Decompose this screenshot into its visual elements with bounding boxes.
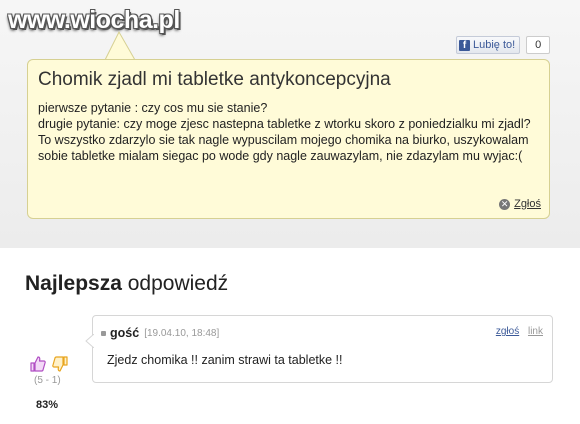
speech-bubble-tail	[103, 30, 137, 62]
answer-actions: zgłoś link	[496, 326, 543, 337]
question-line: pierwsze pytanie : czy cos mu sie stanie…	[38, 101, 268, 115]
report-answer-link[interactable]: zgłoś	[496, 326, 519, 337]
bullet-icon	[101, 330, 106, 336]
facebook-icon: f	[459, 39, 470, 51]
thumbs-up-icon[interactable]	[29, 355, 47, 373]
like-button[interactable]: f Lubię to!	[456, 36, 521, 54]
report-question-link[interactable]: ✕ Zgłoś	[499, 198, 541, 210]
answer-date: [19.04.10, 18:48]	[144, 327, 220, 339]
permalink-link[interactable]: link	[528, 326, 543, 337]
question-body: pierwsze pytanie : czy cos mu sie stanie…	[38, 100, 543, 164]
answer-meta: gość [19.04.10, 18:48]	[101, 326, 219, 340]
report-label: Zgłoś	[514, 198, 541, 210]
answer-box: gość [19.04.10, 18:48] zgłoś link Zjedz …	[85, 315, 553, 383]
answer-author: gość	[110, 326, 140, 340]
like-label: Lubię to!	[473, 39, 516, 51]
vote-score: (5 - 1)	[34, 375, 61, 386]
question-line: drugie pytanie: czy moge zjesc nastepna …	[38, 117, 531, 131]
facebook-like: f Lubię to! 0	[456, 36, 551, 54]
best-answer-heading-bold: Najlepsza	[25, 272, 122, 295]
answer-text: Zjedz chomika !! zanim strawi ta tabletk…	[107, 353, 343, 367]
question-box: Chomik zjadl mi tabletke antykoncepcyjna…	[27, 59, 550, 219]
best-answer-heading-rest: odpowiedź	[121, 272, 229, 295]
like-count: 0	[526, 36, 551, 54]
question-title: Chomik zjadl mi tabletke antykoncepcyjna	[38, 69, 391, 90]
vote-widget: (5 - 1)	[29, 355, 77, 386]
best-answer-heading: Najlepsza odpowiedź	[25, 272, 228, 296]
watermark-logo: www.wiocha.pl	[8, 6, 180, 34]
question-line: To wszystko zdarzylo sie tak nagle wypus…	[38, 133, 529, 163]
answer-bubble-tail	[85, 334, 94, 348]
vote-percent: 83%	[36, 399, 59, 411]
close-circle-icon: ✕	[499, 198, 511, 210]
thumbs-down-icon[interactable]	[51, 355, 69, 373]
